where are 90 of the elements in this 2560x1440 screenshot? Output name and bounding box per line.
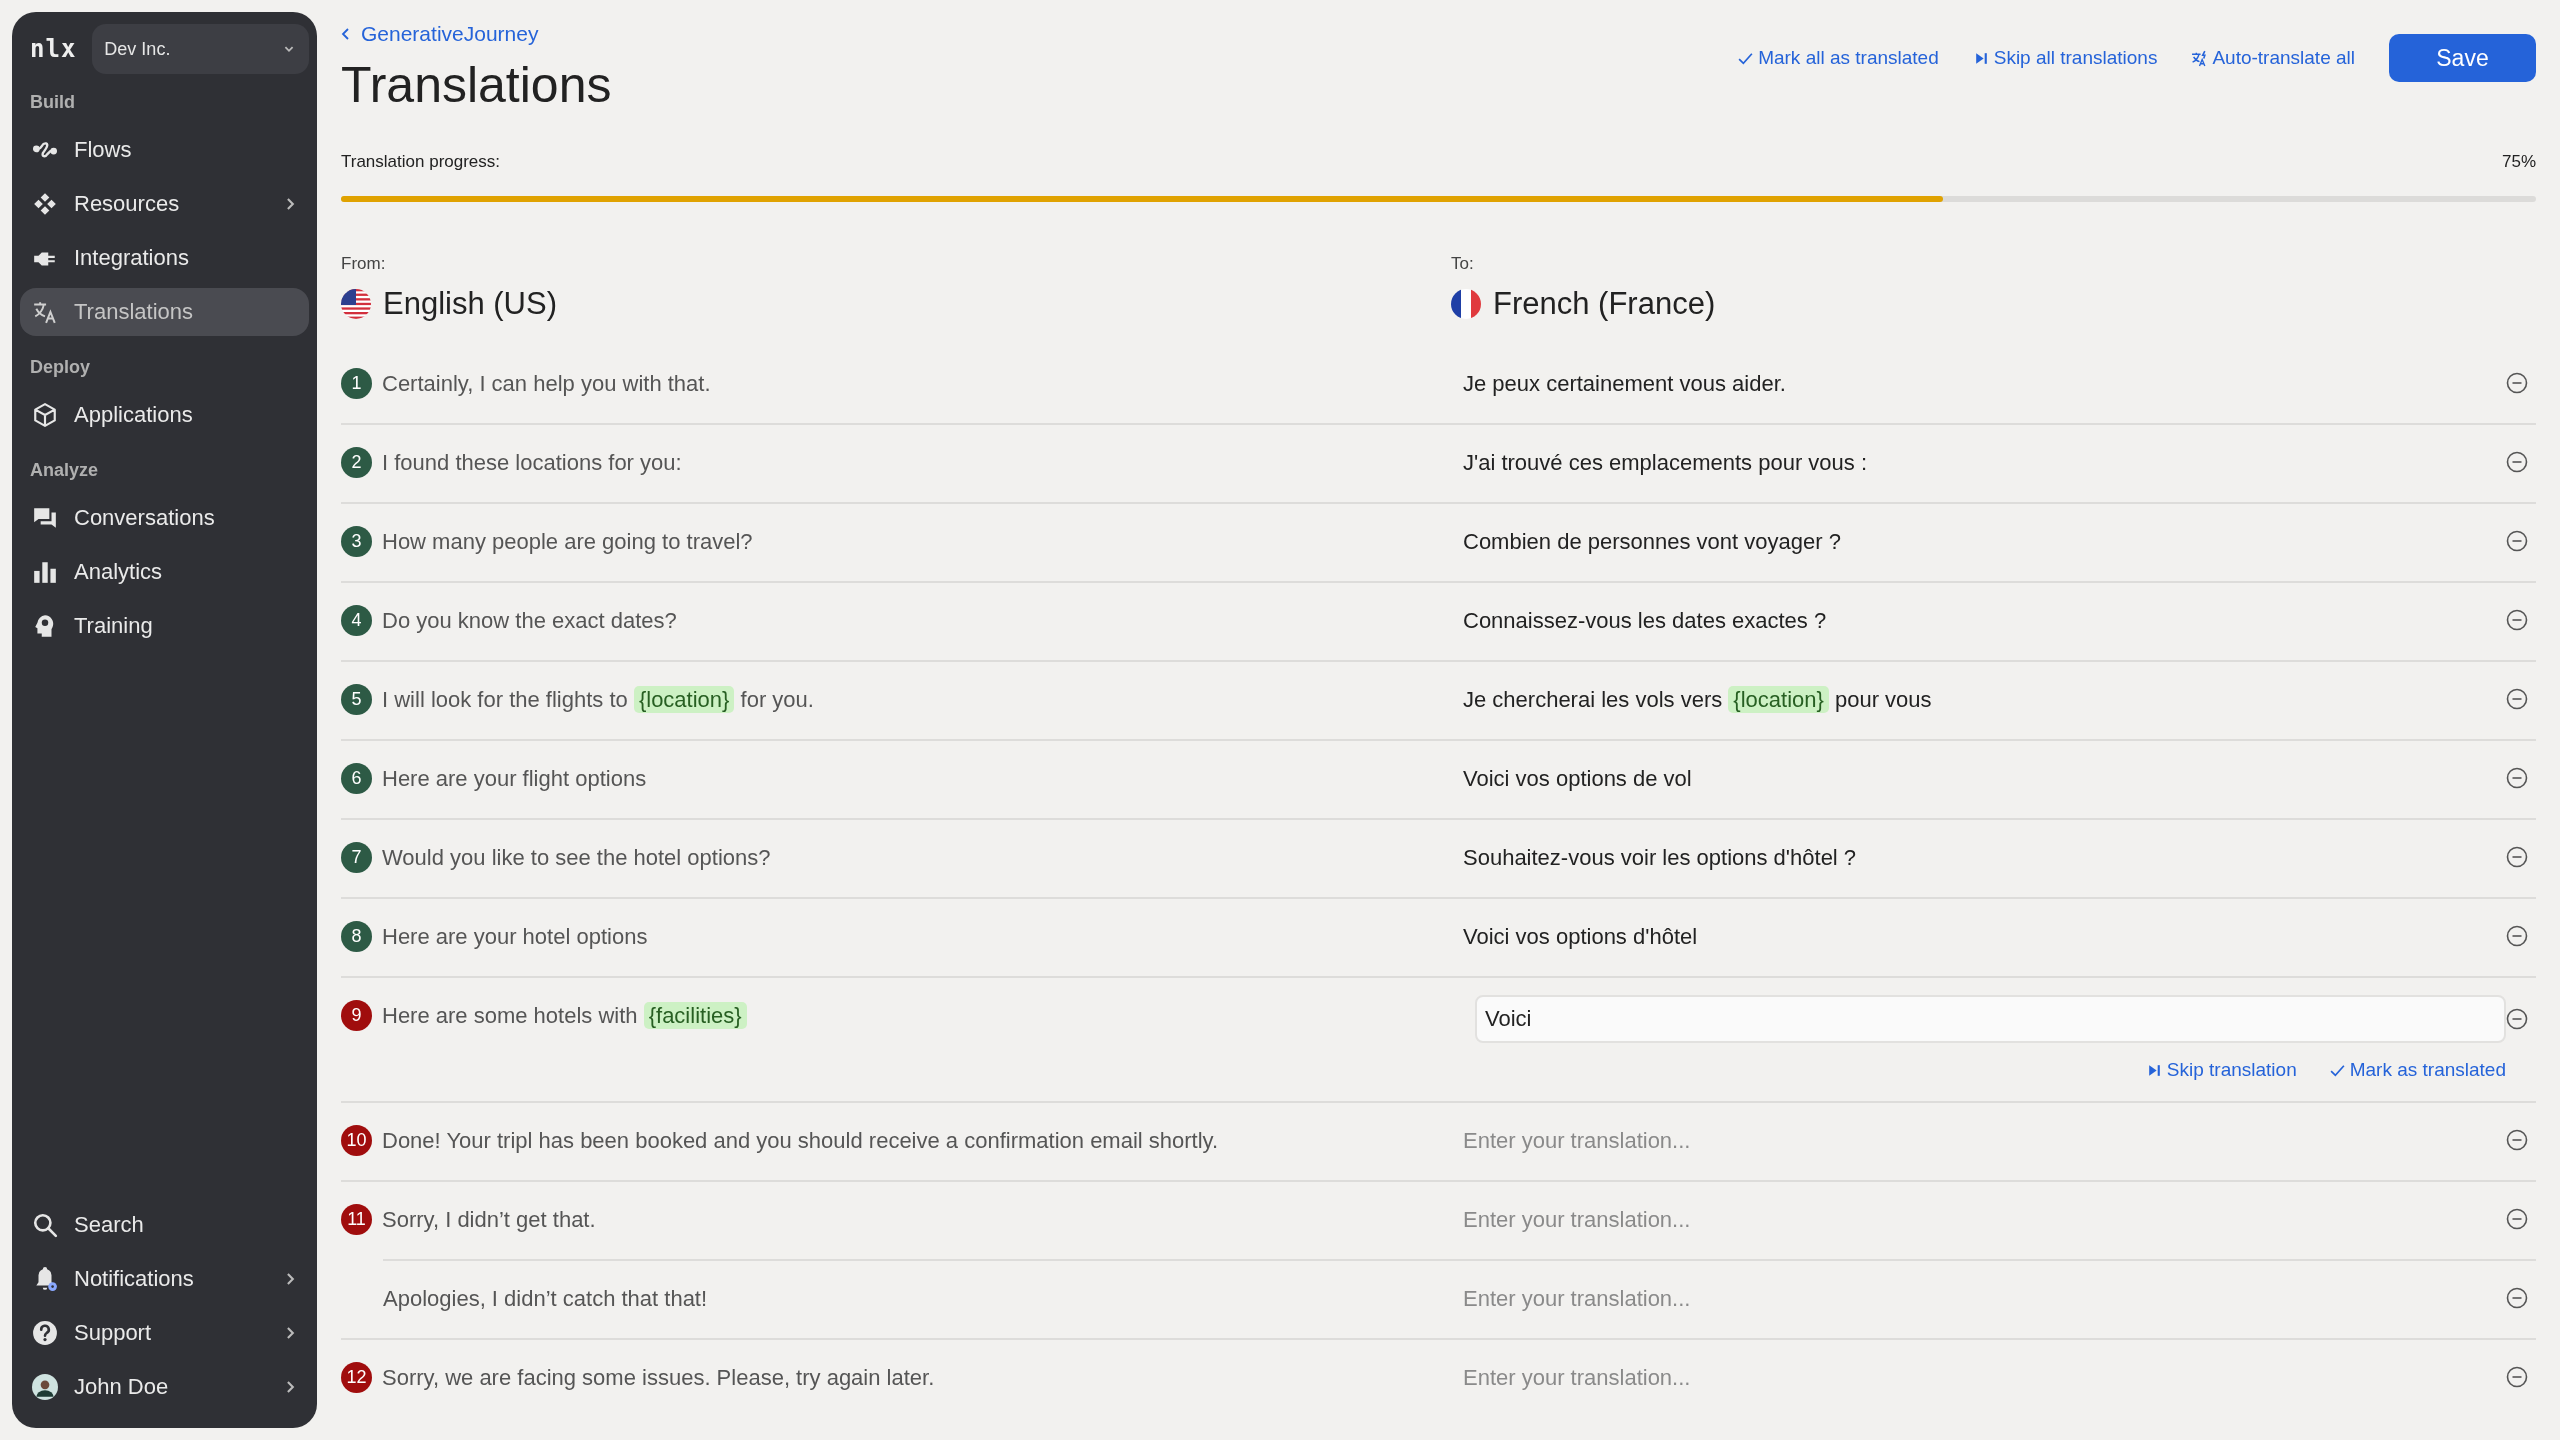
translation-text: Voici vos options de vol — [1463, 765, 1692, 792]
to-label: To: — [1451, 254, 1475, 274]
remove-icon[interactable] — [2506, 451, 2528, 473]
remove-icon[interactable] — [2506, 688, 2528, 710]
row-number: 8 — [341, 921, 372, 952]
source-text: I found these locations for you: — [382, 449, 682, 476]
translation-text: Connaissez-vous les dates exactes ? — [1463, 607, 1827, 634]
search-icon — [32, 1212, 58, 1238]
remove-icon[interactable] — [2506, 372, 2528, 394]
progress-label: Translation progress: — [341, 152, 501, 172]
page-title: Translations — [341, 56, 612, 114]
sidebar-item[interactable]: Training — [20, 602, 309, 650]
action-link[interactable]: Skip all translations — [1972, 47, 2158, 69]
translation-text: J'ai trouvé ces emplacements pour vous : — [1463, 449, 1868, 476]
sidebar-item[interactable]: Analytics — [20, 548, 309, 596]
source-text: Here are your flight options — [382, 765, 647, 792]
remove-icon[interactable] — [2506, 609, 2528, 631]
workspace-dropdown[interactable]: Dev Inc. — [92, 24, 309, 74]
chat-icon — [32, 505, 58, 531]
source-text: Do you know the exact dates? — [382, 607, 677, 634]
translation-text: Je peux certainement vous aider. — [1463, 370, 1786, 397]
sidebar-item[interactable]: Flows — [20, 126, 309, 174]
row-number: 10 — [341, 1125, 372, 1156]
sidebar-item[interactable]: Resources — [20, 180, 309, 228]
sidebar-item[interactable]: Integrations — [20, 234, 309, 282]
sidebar-item[interactable]: Notifications — [20, 1255, 309, 1303]
source-language: English (US) — [383, 286, 557, 322]
remove-icon[interactable] — [2506, 1129, 2528, 1151]
source-text: Certainly, I can help you with that. — [382, 370, 711, 397]
avatar — [32, 1374, 58, 1400]
logo: nlx — [30, 35, 77, 63]
source-text: Would you like to see the hotel options? — [382, 844, 771, 871]
source-text: Here are your hotel options — [382, 923, 648, 950]
source-text: Apologies, I didn’t catch that that! — [383, 1285, 708, 1312]
row-number: 9 — [341, 1000, 372, 1031]
section-label: Analyze — [29, 459, 100, 482]
translate-icon — [2191, 49, 2209, 67]
remove-icon[interactable] — [2506, 1208, 2528, 1230]
row-number: 12 — [341, 1362, 372, 1393]
section-label: Build — [29, 91, 76, 114]
sidebar-item[interactable]: Conversations — [20, 494, 309, 542]
row-number: 6 — [341, 763, 372, 794]
row-number: 5 — [341, 684, 372, 715]
source-text: Here are some hotels with {facilities} — [382, 1002, 747, 1029]
sidebar-item[interactable]: Applications — [20, 391, 309, 439]
source-text: Done! Your tripl has been booked and you should receive a confirmation email shortly. — [382, 1127, 1219, 1154]
help-icon — [32, 1320, 58, 1346]
back-chevron-icon — [341, 27, 351, 41]
row-number: 4 — [341, 605, 372, 636]
remove-icon[interactable] — [2506, 1287, 2528, 1309]
progress-reading: 75% — [2501, 152, 2536, 172]
remove-icon[interactable] — [2506, 767, 2528, 789]
translation-input[interactable]: Voici — [1475, 995, 2506, 1043]
remove-icon[interactable] — [2506, 925, 2528, 947]
sidebar-item[interactable]: Search — [20, 1201, 309, 1249]
target-language: French (France) — [1493, 286, 1716, 322]
source-text: How many people are going to travel? — [382, 528, 753, 555]
row-number: 1 — [341, 368, 372, 399]
source-text: I will look for the flights to {location} for you. — [382, 686, 814, 713]
row-number: 7 — [341, 842, 372, 873]
save-button[interactable]: Save — [2389, 34, 2536, 82]
action-link[interactable]: Mark all as translated — [1737, 47, 1939, 69]
row-action-link[interactable]: Skip translation — [2145, 1059, 2297, 1081]
source-text: Sorry, I didn’t get that. — [382, 1206, 596, 1233]
france-flag-icon — [1451, 289, 1481, 319]
cube-icon — [32, 402, 58, 428]
remove-icon[interactable] — [2506, 846, 2528, 868]
diamonds-icon — [32, 191, 58, 217]
remove-icon[interactable] — [2506, 1008, 2528, 1030]
row-number: 3 — [341, 526, 372, 557]
translation-text: Combien de personnes vont voyager ? — [1463, 528, 1841, 555]
translate-icon — [32, 299, 58, 325]
action-link[interactable]: Auto-translate all — [2191, 47, 2355, 69]
back-link[interactable]: GenerativeJourney — [341, 22, 612, 46]
section-label: Deploy — [29, 356, 91, 379]
from-label: From: — [341, 254, 387, 274]
remove-icon[interactable] — [2506, 530, 2528, 552]
source-text: Sorry, we are facing some issues. Please, try again later. — [382, 1364, 935, 1391]
remove-icon[interactable] — [2506, 1366, 2528, 1388]
translation-text: Je chercherai les vols vers {location} pour vous — [1463, 686, 1932, 713]
sidebar-item[interactable]: John Doe — [20, 1363, 309, 1411]
row-number: 2 — [341, 447, 372, 478]
bar-chart-icon — [32, 559, 58, 585]
translation-text: Souhaitez-vous voir les options d'hôtel ? — [1463, 844, 1857, 871]
row-action-link[interactable]: Mark as translated — [2328, 1059, 2506, 1081]
translation-text: Voici vos options d'hôtel — [1463, 923, 1698, 950]
sidebar-item[interactable]: Support — [20, 1309, 309, 1357]
us-flag-icon — [341, 289, 371, 319]
sidebar-item[interactable]: Translations — [20, 288, 309, 336]
row-number: 11 — [341, 1204, 372, 1235]
